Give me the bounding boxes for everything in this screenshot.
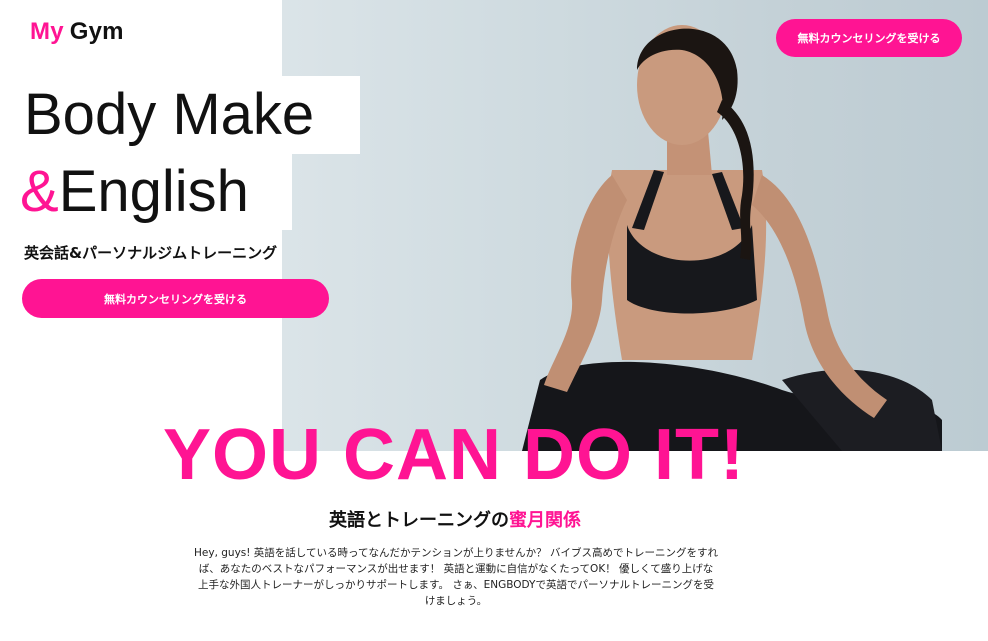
logo-gym: Gym (69, 18, 124, 45)
woman-sitting-photo-icon (522, 25, 942, 451)
hero-headline-ampersand: & (20, 159, 59, 224)
section-title-accent: 蜜月関係 (509, 510, 581, 531)
hero-headline-english: English (58, 159, 249, 224)
slogan: YOU CAN DO IT! (163, 415, 745, 495)
header-counseling-button[interactable]: 無料カウンセリングを受ける (776, 19, 962, 57)
hero-counseling-button[interactable]: 無料カウンセリングを受ける (22, 279, 329, 318)
section-title: 英語とトレーニングの蜜月関係 (0, 506, 910, 532)
section-title-prefix: 英語とトレーニングの (329, 510, 509, 531)
intro-paragraph: Hey, guys! 英語を話している時ってなんだかテンションが上りませんか？ … (194, 547, 718, 607)
hero-headline-line2: &English (20, 154, 292, 230)
hero-headline-line1: Body Make (20, 76, 360, 154)
site-logo[interactable]: My Gym (30, 18, 124, 46)
hero-subtitle: 英会話&パーソナルジムトレーニング (24, 244, 278, 262)
hero-photo (282, 0, 988, 451)
logo-my: My (30, 18, 64, 45)
